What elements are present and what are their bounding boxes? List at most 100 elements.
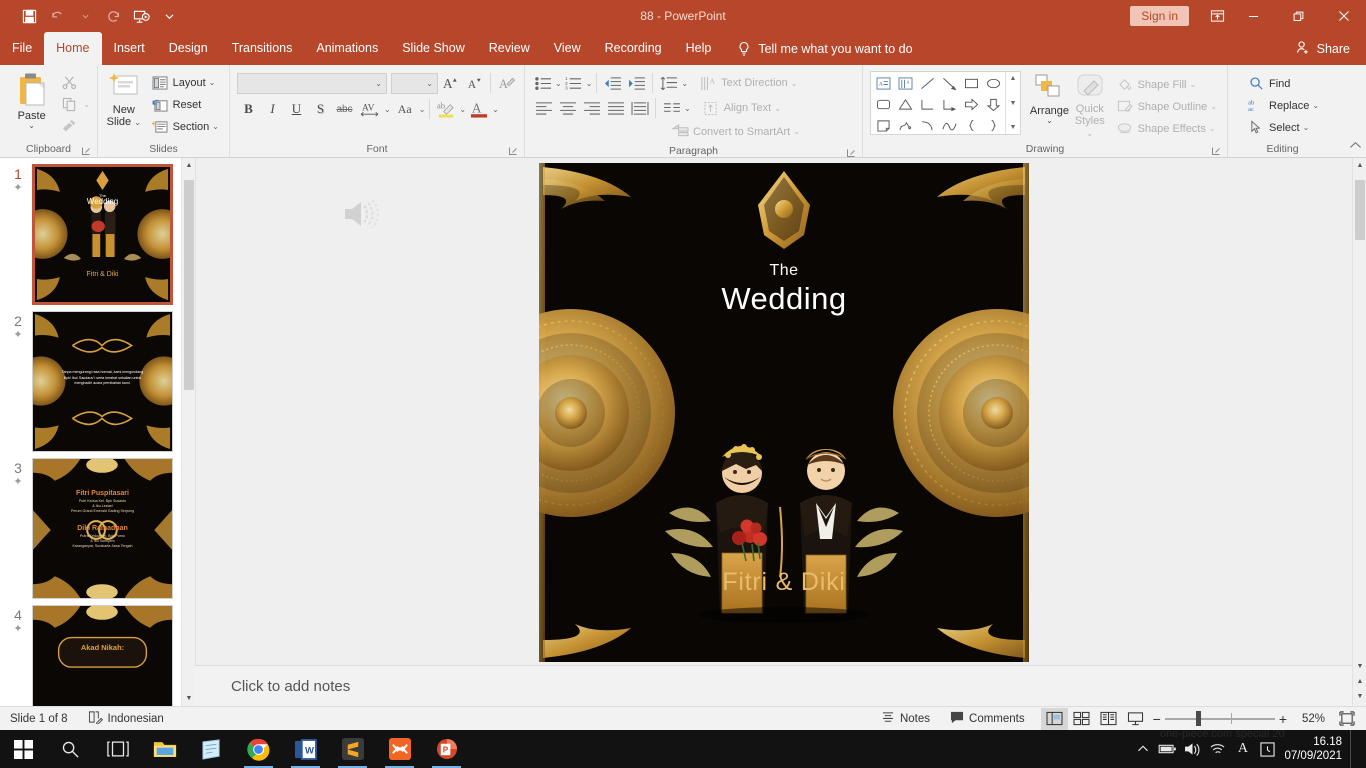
close-button[interactable] (1321, 0, 1366, 32)
shape-triangle-icon[interactable] (894, 94, 916, 115)
drawing-dialog-launcher[interactable] (1211, 146, 1221, 156)
stage-scrollbar[interactable]: ▲ ▼ ▲ ▼ (1352, 158, 1366, 706)
bullets-caret-icon[interactable]: ⌄ (555, 79, 562, 88)
font-dialog-launcher[interactable] (508, 146, 518, 156)
start-from-beginning-icon[interactable] (128, 4, 154, 28)
arrange-button[interactable]: Arrange ⌄ (1029, 71, 1070, 125)
thumbnail-image-4[interactable]: Akad Nikah: (32, 605, 173, 706)
font-name-input[interactable]: ⌄ (237, 72, 387, 94)
taskbar-clock[interactable]: 16.18 07/09/2021 (1280, 735, 1350, 763)
select-button[interactable]: Select ⌄ (1243, 117, 1322, 138)
undo-dropdown-icon[interactable] (72, 4, 98, 28)
text-shadow-button[interactable]: S (309, 98, 332, 120)
notes-app-button[interactable] (188, 730, 235, 768)
notes-pane[interactable]: Click to add notes (195, 665, 1352, 706)
shape-vertical-text-icon[interactable]: A (894, 73, 916, 94)
numbering-button[interactable]: 1 2 3 (563, 72, 585, 94)
shape-elbow-connector-icon[interactable] (916, 94, 938, 115)
select-caret-icon[interactable]: ⌄ (1303, 123, 1310, 132)
language-indicator[interactable]: A (1230, 730, 1255, 768)
shape-oval-icon[interactable] (982, 73, 1004, 94)
view-slide-show-button[interactable] (1122, 708, 1149, 730)
section-caret-icon[interactable]: ⌄ (212, 122, 219, 131)
file-explorer-button[interactable] (141, 730, 188, 768)
clear-formatting-button[interactable]: A (495, 72, 518, 94)
font-size-input[interactable]: ⌄ (391, 72, 438, 94)
align-text-button[interactable]: Align Text ⌄ (698, 98, 784, 119)
line-spacing-caret-icon[interactable]: ⌄ (681, 79, 688, 88)
font-name-caret-icon[interactable]: ⌄ (375, 79, 382, 88)
arrange-caret-icon[interactable]: ⌄ (1046, 117, 1053, 125)
shape-curve-icon[interactable] (916, 115, 938, 136)
zoom-slider[interactable] (1164, 707, 1275, 731)
shape-outline-caret-icon[interactable]: ⌄ (1210, 102, 1217, 111)
shape-elbow-arrow-icon[interactable] (938, 94, 960, 115)
align-text-caret-icon[interactable]: ⌄ (774, 104, 781, 113)
line-spacing-button[interactable] (657, 72, 680, 94)
tab-slide-show[interactable]: Slide Show (390, 32, 477, 65)
zoom-percentage[interactable]: 52% (1291, 713, 1325, 725)
decrease-font-size-button[interactable]: A (463, 72, 486, 94)
convert-to-smartart-button[interactable]: Convert to SmartArt ⌄ (667, 121, 803, 142)
fit-slide-button[interactable] (1333, 708, 1360, 730)
tab-view[interactable]: View (542, 32, 593, 65)
undo-icon[interactable] (44, 4, 70, 28)
tab-recording[interactable]: Recording (593, 32, 674, 65)
new-slide-button[interactable]: New Slide ⌄ (105, 70, 143, 129)
tab-design[interactable]: Design (157, 32, 220, 65)
next-slide-icon[interactable]: ▼ (1353, 689, 1366, 704)
battery-icon[interactable] (1155, 730, 1180, 768)
view-reading-button[interactable] (1095, 708, 1122, 730)
strikethrough-button[interactable]: abc (333, 98, 356, 120)
powerpoint-button[interactable]: P (423, 730, 470, 768)
shape-arc-icon[interactable] (938, 115, 960, 136)
copy-button[interactable] (56, 94, 82, 115)
animation-star-icon-4[interactable]: ✦ (13, 623, 22, 636)
shape-rectangle-icon[interactable] (960, 73, 982, 94)
thumbnail-slide-3[interactable]: 3 ✦ Fitri Puspitasari Putri Kedua Kel. B… (0, 452, 195, 599)
paste-button[interactable]: Paste ⌄ (7, 70, 56, 130)
thumbnail-scroll-down-icon[interactable]: ▼ (182, 691, 195, 706)
word-button[interactable]: W (282, 730, 329, 768)
redo-icon[interactable] (100, 4, 126, 28)
shapes-scroll-down-icon[interactable]: ▼ (1010, 99, 1017, 108)
view-normal-button[interactable] (1040, 707, 1068, 730)
text-highlight-caret-icon[interactable]: ⌄ (459, 105, 466, 114)
thumbnail-slide-2[interactable]: 2 ✦ Tanpa mengurangi rasa hormat, kami m… (0, 305, 195, 452)
shape-folded-corner-icon[interactable] (872, 115, 894, 136)
shapes-gallery-scrollbar[interactable]: ▲ ▼ ▼ (1005, 72, 1020, 134)
animation-star-icon-1[interactable]: ✦ (13, 182, 22, 195)
stage-scrollbar-thumb[interactable] (1355, 180, 1365, 240)
tab-insert[interactable]: Insert (102, 32, 157, 65)
shape-right-brace-icon[interactable] (982, 115, 1004, 136)
decrease-indent-button[interactable] (601, 72, 624, 94)
tab-file[interactable]: File (0, 32, 44, 65)
character-spacing-button[interactable]: AV (357, 98, 383, 120)
underline-button[interactable]: U (285, 98, 308, 120)
clipboard-dialog-launcher[interactable] (81, 146, 91, 156)
zoom-slider-handle[interactable] (1195, 710, 1201, 726)
slide-counter[interactable]: Slide 1 of 8 (0, 707, 78, 731)
paste-caret-icon[interactable]: ⌄ (28, 122, 35, 130)
shape-fill-button[interactable]: Shape Fill ⌄ (1112, 74, 1220, 95)
task-view-button[interactable] (94, 730, 141, 768)
smartart-caret-icon[interactable]: ⌄ (793, 127, 800, 136)
notes-toggle-button[interactable]: Notes (871, 707, 940, 731)
minimize-button[interactable] (1231, 0, 1276, 32)
replace-caret-icon[interactable]: ⌄ (1312, 101, 1319, 110)
justify-button[interactable] (604, 97, 627, 119)
find-button[interactable]: Find (1243, 73, 1322, 94)
align-right-button[interactable] (580, 97, 603, 119)
align-left-button[interactable] (532, 97, 555, 119)
new-slide-caret-icon[interactable]: ⌄ (134, 118, 141, 127)
slide-thumbnail-panel[interactable]: 1 ✦ The Wedding Fitri & Diki 2 ✦ Tanpa m… (0, 158, 195, 706)
format-painter-button[interactable] (56, 116, 82, 137)
audio-speaker-icon[interactable] (341, 198, 380, 235)
stage-scroll-up-icon[interactable]: ▲ (1353, 158, 1366, 173)
numbering-caret-icon[interactable]: ⌄ (586, 79, 593, 88)
ribbon-display-options-icon[interactable] (1203, 0, 1231, 32)
share-button[interactable]: Share (1295, 32, 1366, 65)
shape-effects-button[interactable]: Shape Effects ⌄ (1112, 118, 1220, 139)
sublime-text-button[interactable] (329, 730, 376, 768)
previous-slide-icon[interactable]: ▲ (1353, 674, 1366, 689)
